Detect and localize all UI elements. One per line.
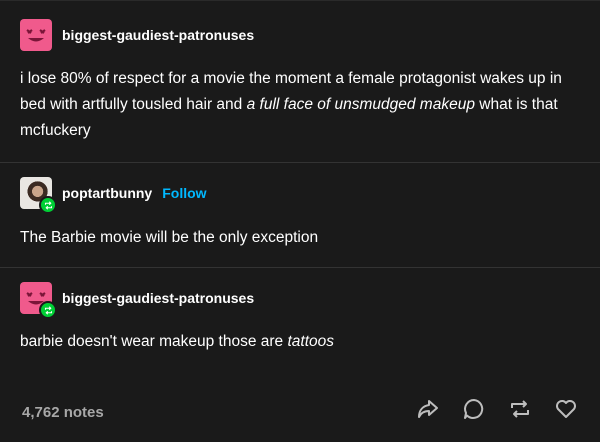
avatar[interactable] <box>20 282 57 319</box>
post-card: biggest-gaudiest-patronuses i lose 80% o… <box>0 0 600 442</box>
post-header: poptartbunny Follow <box>20 177 207 214</box>
share-icon[interactable] <box>416 397 440 421</box>
post-actions <box>416 397 578 421</box>
reblog-badge-icon <box>39 196 57 214</box>
like-icon[interactable] <box>554 397 578 421</box>
avatar[interactable] <box>20 19 52 51</box>
reblog-icon[interactable] <box>508 397 532 421</box>
username[interactable]: biggest-gaudiest-patronuses <box>62 290 254 306</box>
post-header: biggest-gaudiest-patronuses <box>20 282 254 319</box>
post-header: biggest-gaudiest-patronuses <box>20 19 254 51</box>
post-text: i lose 80% of respect for a movie the mo… <box>20 70 562 139</box>
follow-button[interactable]: Follow <box>162 185 206 201</box>
notes-count[interactable]: 4,762 notes <box>22 404 104 421</box>
reply-icon[interactable] <box>462 397 486 421</box>
avatar[interactable] <box>20 177 57 214</box>
post-text: barbie doesn't wear makeup those are tat… <box>20 333 335 350</box>
avatar-face-icon <box>26 29 46 42</box>
divider <box>0 267 600 268</box>
divider <box>0 162 600 163</box>
reblog-badge-icon <box>39 301 57 319</box>
username[interactable]: biggest-gaudiest-patronuses <box>62 27 254 43</box>
username[interactable]: poptartbunny <box>62 185 152 201</box>
post-text: The Barbie movie will be the only except… <box>20 229 319 246</box>
